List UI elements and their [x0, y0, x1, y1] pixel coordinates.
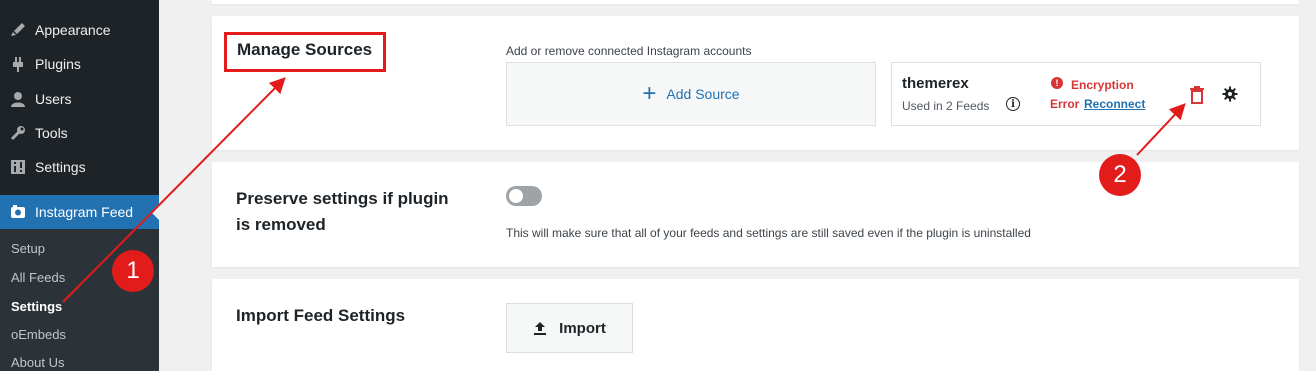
- annotation-marker-1: 1: [112, 250, 154, 292]
- annotation-arrow-2: [1136, 103, 1186, 156]
- annotation-arrow-1: [62, 77, 286, 303]
- annotation-marker-2: 2: [1099, 154, 1141, 196]
